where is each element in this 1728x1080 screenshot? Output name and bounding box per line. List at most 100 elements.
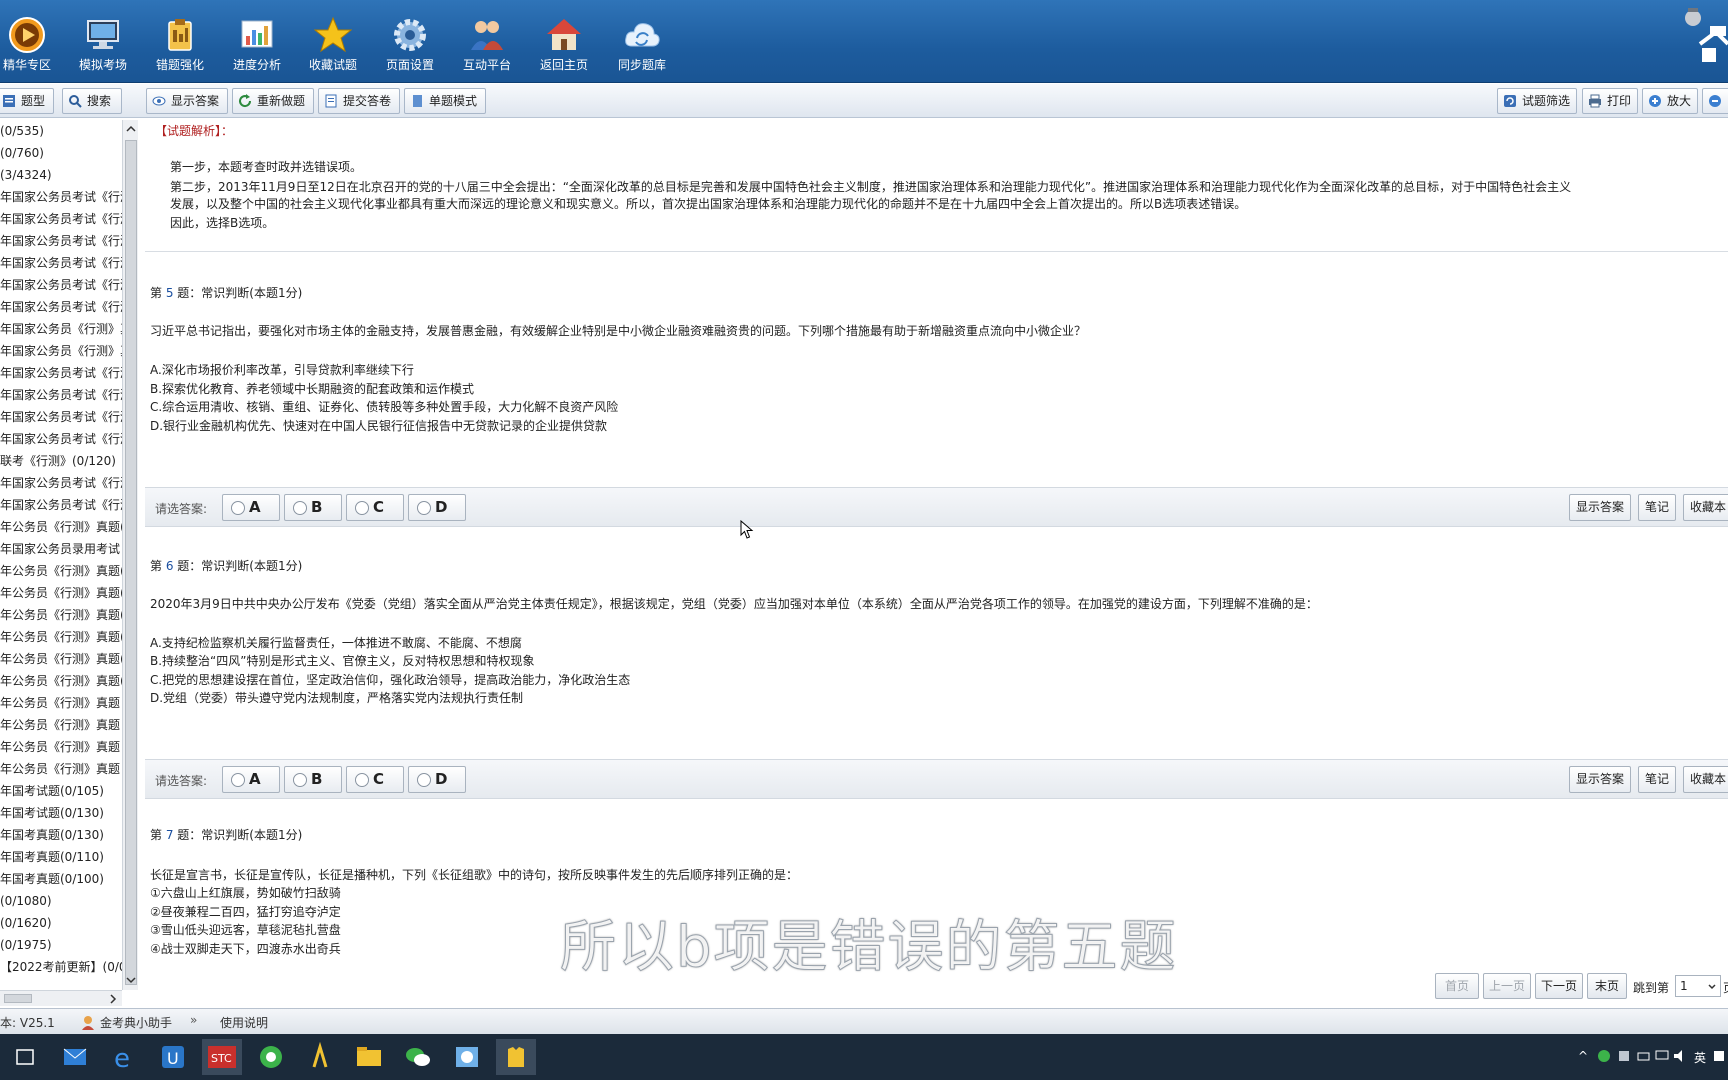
sidebar-tree-item[interactable]: 年公务员《行测》真题 ( [0, 736, 137, 758]
first-page-button[interactable]: 首页 [1435, 973, 1479, 999]
sidebar-tree-item[interactable]: 年公务员《行测》真题( [0, 560, 137, 582]
sidebar-tree-item[interactable]: 年国家公务员考试《行测 [0, 296, 137, 318]
chevron-up-icon[interactable] [126, 124, 136, 134]
image-viewer-icon[interactable] [447, 1039, 487, 1075]
sidebar-tree-item[interactable]: 年公务员《行测》真题 ( [0, 714, 137, 736]
nav-home[interactable]: 返回主页 [525, 6, 603, 80]
zoom-out-button[interactable] [1702, 88, 1728, 114]
sidebar-tree-item[interactable]: (0/1975) [0, 934, 137, 956]
show-answer-button[interactable]: 显示答案 [146, 88, 228, 114]
sidebar-tree-item[interactable]: 年国家公务员考试《行测 [0, 472, 137, 494]
green-app-icon[interactable] [251, 1039, 291, 1075]
ime-indicator[interactable]: 英 [1694, 1049, 1706, 1066]
answer-radio-a[interactable]: A [222, 494, 280, 521]
sidebar-tree-item[interactable]: 年国家公务员考试《行测 [0, 274, 137, 296]
filter-button[interactable]: 试题筛选 [1497, 88, 1577, 114]
show-answer-button[interactable]: 显示答案 [1569, 766, 1632, 793]
sidebar-tree-item[interactable]: 年国家公务员考试《行测 [0, 428, 137, 450]
sidebar-tree-item[interactable]: 年国家公务员考试《行测 [0, 406, 137, 428]
prev-page-button[interactable]: 上一页 [1483, 973, 1531, 999]
sidebar-tree-item[interactable]: (3/4324) [0, 164, 137, 186]
shirt-app-icon[interactable] [496, 1039, 536, 1075]
notification-icon[interactable] [1712, 1048, 1726, 1064]
sidebar-tree-item[interactable]: 年国家公务员考试《行测 [0, 494, 137, 516]
note-button[interactable]: 笔记 [1638, 494, 1677, 521]
sidebar-tree-item[interactable]: 【2022考前更新】(0/0 [0, 956, 137, 978]
network-icon[interactable] [1654, 1048, 1670, 1064]
sidebar-horizontal-scrollbar[interactable] [0, 990, 122, 1006]
zoom-in-button[interactable]: 放大 [1642, 88, 1698, 114]
favorite-button[interactable]: 收藏本 [1683, 766, 1728, 793]
answer-radio-b[interactable]: B [284, 766, 342, 793]
chevron-down-icon[interactable] [126, 975, 136, 985]
tab-question-type[interactable]: 题型 [0, 88, 54, 114]
next-page-button[interactable]: 下一页 [1535, 973, 1583, 999]
sidebar-tree-item[interactable]: 年公务员《行测》真题( [0, 670, 137, 692]
favorite-button[interactable]: 收藏本 [1683, 494, 1728, 521]
chevron-up-icon[interactable]: ^ [1578, 1049, 1588, 1063]
sidebar-tree-item[interactable]: 年国家公务员考试《行测 [0, 208, 137, 230]
sidebar-scroll-thumb[interactable] [125, 140, 137, 985]
edge-browser-icon[interactable]: e [104, 1039, 144, 1075]
answer-radio-b[interactable]: B [284, 494, 342, 521]
sidebar-scrollbar[interactable] [122, 120, 138, 990]
assistant-link[interactable]: 金考典小助手 [100, 1014, 172, 1031]
sidebar-tree-item[interactable]: (0/1620) [0, 912, 137, 934]
answer-radio-d[interactable]: D [408, 766, 466, 793]
chevron-right-icon[interactable] [108, 994, 118, 1004]
tray-shield-icon[interactable] [1616, 1048, 1632, 1064]
sidebar-tree-item[interactable]: (0/1080) [0, 890, 137, 912]
sidebar-tree-item[interactable]: 年国家公务员考试《行测 [0, 230, 137, 252]
battery-icon[interactable] [1636, 1048, 1652, 1064]
sidebar-tree-item[interactable]: 年公务员《行测》真题( [0, 516, 137, 538]
sidebar-tree-item[interactable]: 年公务员《行测》真题( [0, 582, 137, 604]
sidebar-tree-item[interactable]: 年国家公务员考试《行测 [0, 384, 137, 406]
mail-icon[interactable] [55, 1039, 95, 1075]
sidebar-tree-item[interactable]: 年公务员《行测》真题( [0, 626, 137, 648]
sidebar-tree-item[interactable]: 年国家公务员录用考试《 [0, 538, 137, 560]
volume-icon[interactable] [1672, 1048, 1688, 1064]
sidebar-tree-item[interactable]: 年国考试题(0/130) [0, 802, 137, 824]
sidebar-tree-item[interactable]: (0/535) [0, 120, 137, 142]
show-answer-button[interactable]: 显示答案 [1569, 494, 1632, 521]
nav-mock-exam[interactable]: 模拟考场 [64, 6, 142, 80]
sidebar-tree-item[interactable]: 年公务员《行测》真题 ( [0, 758, 137, 780]
security-app-icon[interactable]: U [153, 1039, 193, 1075]
nav-interactive-platform[interactable]: 互动平台 [448, 6, 526, 80]
sidebar-tree-item[interactable]: 年国考真题(0/130) [0, 824, 137, 846]
sidebar-tree-item[interactable]: 年国家公务员《行测》真 [0, 318, 137, 340]
nav-page-settings[interactable]: 页面设置 [371, 6, 449, 80]
last-page-button[interactable]: 末页 [1587, 973, 1627, 999]
file-explorer-icon[interactable] [349, 1039, 389, 1075]
answer-radio-a[interactable]: A [222, 766, 280, 793]
print-button[interactable]: 打印 [1582, 88, 1638, 114]
single-mode-button[interactable]: 单题模式 [404, 88, 486, 114]
page-number-select[interactable]: 1 [1675, 975, 1721, 997]
task-view-icon[interactable] [5, 1039, 45, 1075]
reader-app-icon[interactable] [300, 1039, 340, 1075]
sidebar-tree-item[interactable]: (0/760) [0, 142, 137, 164]
tray-green-icon[interactable] [1596, 1048, 1612, 1064]
sidebar-tree-item[interactable]: 年国考真题(0/110) [0, 846, 137, 868]
nav-sync-bank[interactable]: 同步题库 [603, 6, 681, 80]
answer-radio-c[interactable]: C [346, 766, 404, 793]
answer-radio-d[interactable]: D [408, 494, 466, 521]
horizontal-scroll-thumb[interactable] [4, 994, 32, 1003]
submit-button[interactable]: 提交答卷 [318, 88, 400, 114]
nav-featured-zone[interactable]: 精华专区 [0, 6, 66, 80]
answer-radio-c[interactable]: C [346, 494, 404, 521]
sidebar-tree-item[interactable]: 年国家公务员考试《行测 [0, 362, 137, 384]
sidebar-tree-item[interactable]: 年国考真题(0/100) [0, 868, 137, 890]
sidebar-tree-item[interactable]: 年公务员《行测》真题 ( [0, 692, 137, 714]
sidebar-tree-item[interactable]: 年国家公务员考试《行测 [0, 252, 137, 274]
sidebar-tree-item[interactable]: 年公务员《行测》真题( [0, 604, 137, 626]
sidebar-tree-item[interactable]: 年公务员《行测》真题( [0, 648, 137, 670]
sidebar-tree-item[interactable]: 年国家公务员《行测》真 [0, 340, 137, 362]
exam-app-icon[interactable]: STC [202, 1039, 242, 1075]
manual-link[interactable]: 使用说明 [220, 1014, 268, 1031]
sidebar-tree-item[interactable]: 年国考试题(0/105) [0, 780, 137, 802]
nav-wrong-questions[interactable]: 错题强化 [141, 6, 219, 80]
note-button[interactable]: 笔记 [1638, 766, 1677, 793]
search-button[interactable]: 搜索 [62, 88, 122, 114]
nav-favorites[interactable]: 收藏试题 [294, 6, 372, 80]
